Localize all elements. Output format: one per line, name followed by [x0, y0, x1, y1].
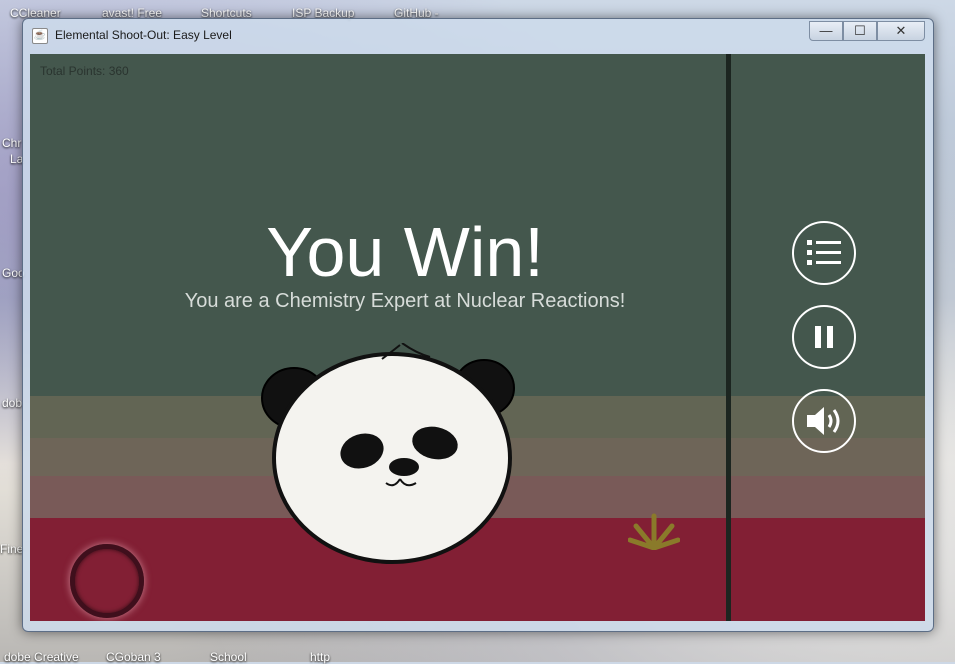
desktop-icon-label: Chr [2, 136, 22, 150]
result-subtitle: You are a Chemistry Expert at Nuclear Re… [184, 290, 626, 312]
result-title: You Win! [266, 213, 544, 291]
desktop-icon-chrome[interactable]: Chr [2, 136, 21, 150]
desktop-icon-label: Fine [0, 542, 24, 556]
speaker-icon [807, 407, 840, 435]
maximize-button[interactable]: ☐ [843, 21, 877, 41]
pause-button[interactable] [792, 305, 856, 369]
sound-button[interactable] [792, 389, 856, 453]
panel-divider [726, 54, 731, 621]
window-controls: — ☐ ✕ [809, 21, 925, 41]
close-button[interactable]: ✕ [877, 21, 925, 41]
app-window: ☕ Elemental Shoot-Out: Easy Level — ☐ ✕ … [22, 18, 934, 632]
desktop-icon-fine[interactable]: Fine [0, 542, 23, 556]
pause-icon [815, 326, 833, 348]
desktop-icon-adobe[interactable]: dob [2, 396, 22, 410]
desktop-icon-label: dob [2, 396, 23, 410]
minimize-button[interactable]: — [809, 21, 843, 41]
joystick-ring[interactable] [70, 544, 144, 618]
menu-button[interactable] [792, 221, 856, 285]
leaf-icon [628, 513, 680, 550]
java-app-icon: ☕ [32, 28, 48, 44]
window-title: Elemental Shoot-Out: Easy Level [55, 28, 232, 42]
panda-character [261, 343, 515, 564]
total-points: Total Points: 360 [40, 64, 129, 78]
list-icon [807, 240, 841, 265]
game-canvas[interactable]: Total Points: 360 You Win! You are a Che… [30, 54, 925, 621]
window-titlebar[interactable]: ☕ Elemental Shoot-Out: Easy Level — ☐ ✕ [23, 19, 933, 53]
